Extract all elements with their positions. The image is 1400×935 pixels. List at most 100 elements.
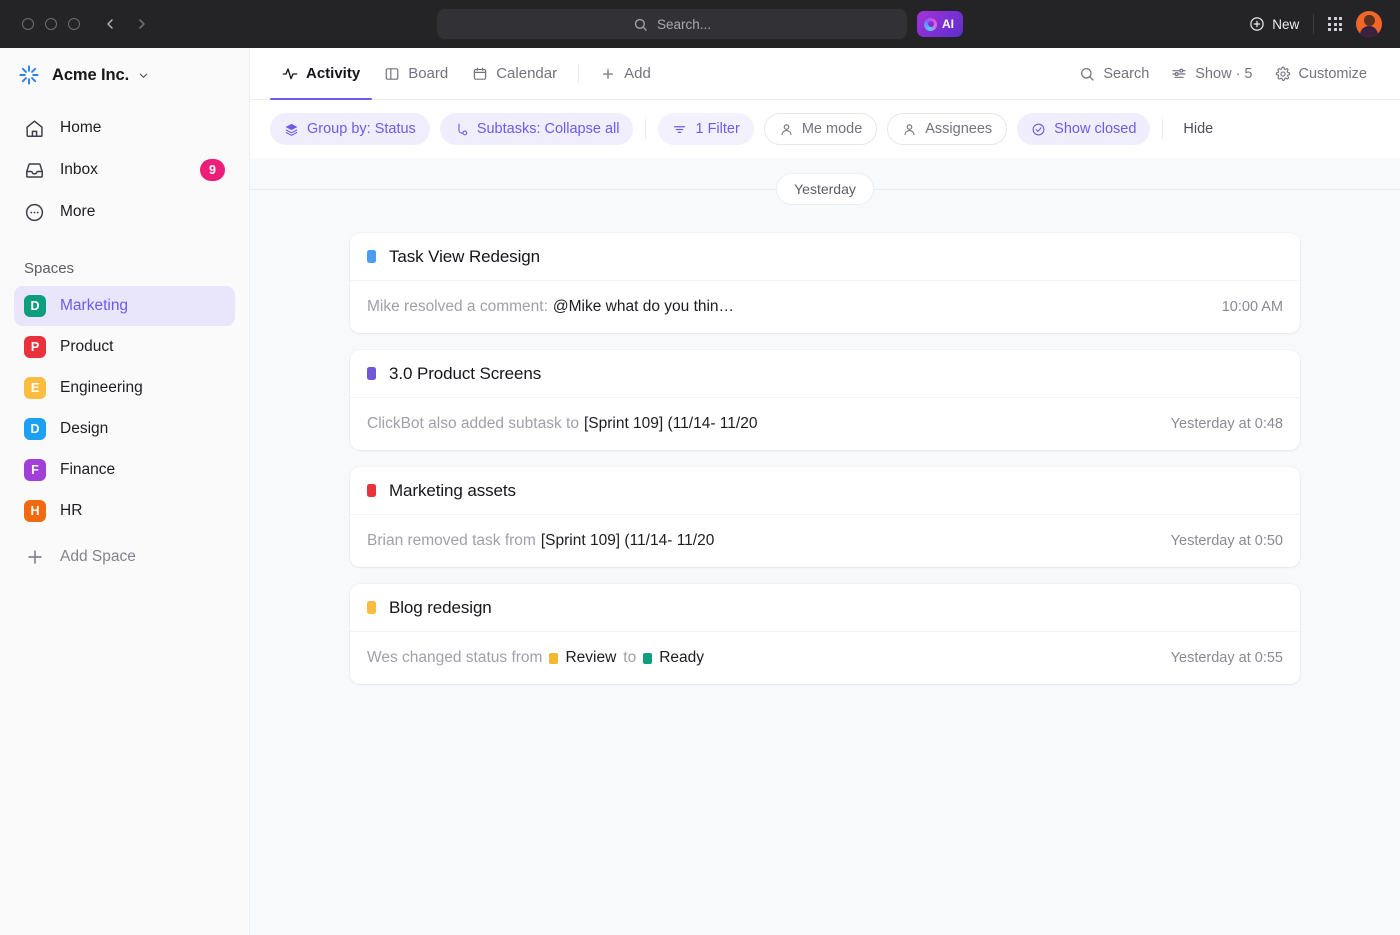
space-label: Finance bbox=[60, 461, 115, 479]
filter-label: Group by: Status bbox=[307, 121, 416, 137]
window-controls[interactable] bbox=[22, 18, 80, 30]
titlebar-actions: New bbox=[1249, 11, 1386, 37]
card-header[interactable]: Blog redesign bbox=[350, 584, 1300, 632]
activity-description: Mike resolved a comment: @Mike what do y… bbox=[367, 298, 734, 316]
activity-prefix: ClickBot also added subtask to bbox=[367, 415, 579, 433]
space-label: Product bbox=[60, 338, 113, 356]
day-divider: Yesterday bbox=[250, 158, 1400, 220]
day-divider-label: Yesterday bbox=[776, 173, 874, 205]
filter-label: Me mode bbox=[802, 121, 862, 137]
title-bar: Search... AI New bbox=[0, 0, 1400, 48]
spaces-heading: Spaces bbox=[0, 232, 249, 286]
minimize-window-dot[interactable] bbox=[45, 18, 57, 30]
close-window-dot[interactable] bbox=[22, 18, 34, 30]
chevron-right-icon[interactable] bbox=[134, 16, 150, 32]
customize-button[interactable]: Customize bbox=[1264, 66, 1379, 82]
tab-label: Calendar bbox=[496, 65, 557, 82]
board-icon bbox=[384, 66, 400, 82]
sidebar-item-finance[interactable]: F Finance bbox=[14, 450, 235, 490]
activity-detail: [Sprint 109] (11/14- 11/20 bbox=[541, 532, 714, 550]
space-label: Design bbox=[60, 420, 108, 438]
activity-description: Wes changed status from Review to bbox=[367, 649, 706, 667]
sidebar-item-more[interactable]: More bbox=[14, 192, 235, 232]
history-nav[interactable] bbox=[102, 16, 150, 32]
sidebar-item-product[interactable]: P Product bbox=[14, 327, 235, 367]
activity-card[interactable]: Task View Redesign Mike resolved a comme… bbox=[350, 233, 1300, 333]
subtasks-button[interactable]: Subtasks: Collapse all bbox=[440, 113, 634, 145]
sidebar-item-design[interactable]: D Design bbox=[14, 409, 235, 449]
sidebar-item-engineering[interactable]: E Engineering bbox=[14, 368, 235, 408]
view-tools: Search Show · 5 Customize bbox=[1068, 48, 1378, 99]
subtask-icon bbox=[454, 122, 469, 137]
tab-calendar[interactable]: Calendar bbox=[460, 48, 569, 99]
sidebar-item-hr[interactable]: H HR bbox=[14, 491, 235, 531]
activity-card[interactable]: Blog redesign Wes changed status from Re… bbox=[350, 584, 1300, 684]
activity-card[interactable]: 3.0 Product Screens ClickBot also added … bbox=[350, 350, 1300, 450]
sidebar-item-inbox[interactable]: Inbox 9 bbox=[14, 150, 235, 190]
workspace-switcher[interactable]: Acme Inc. bbox=[0, 48, 249, 102]
search-input[interactable]: Search... bbox=[437, 9, 907, 39]
view-tabbar: Activity Board Calendar Add bbox=[250, 48, 1400, 100]
maximize-window-dot[interactable] bbox=[68, 18, 80, 30]
me-mode-button[interactable]: Me mode bbox=[764, 113, 877, 145]
sidebar-nav: Home Inbox 9 More bbox=[0, 102, 249, 232]
show-closed-button[interactable]: Show closed bbox=[1017, 113, 1150, 145]
chevron-left-icon[interactable] bbox=[102, 16, 118, 32]
activity-pulse-icon bbox=[282, 66, 298, 82]
more-dots-icon bbox=[24, 202, 45, 223]
avatar[interactable] bbox=[1356, 11, 1382, 37]
status-from-dot bbox=[549, 653, 558, 664]
chevron-down-icon[interactable] bbox=[138, 70, 149, 81]
filter-label: 1 Filter bbox=[695, 121, 739, 137]
card-header[interactable]: Marketing assets bbox=[350, 467, 1300, 515]
home-icon bbox=[24, 118, 45, 139]
new-button[interactable]: New bbox=[1249, 16, 1299, 32]
space-avatar: F bbox=[24, 459, 46, 481]
activity-timestamp: Yesterday at 0:48 bbox=[1151, 416, 1283, 432]
filter-divider bbox=[1162, 119, 1163, 139]
sidebar-item-label: Inbox bbox=[60, 161, 98, 179]
card-header[interactable]: 3.0 Product Screens bbox=[350, 350, 1300, 398]
status-connector: to bbox=[623, 649, 636, 667]
activity-prefix: Brian removed task from bbox=[367, 532, 536, 550]
grid-apps-icon[interactable] bbox=[1328, 17, 1342, 31]
tab-activity[interactable]: Activity bbox=[270, 48, 372, 99]
activity-card[interactable]: Marketing assets Brian removed task from… bbox=[350, 467, 1300, 567]
filter-label: Subtasks: Collapse all bbox=[477, 121, 620, 137]
plus-icon bbox=[600, 66, 616, 82]
filter-count-button[interactable]: 1 Filter bbox=[658, 113, 753, 145]
tool-label: Search bbox=[1103, 66, 1149, 82]
add-space-label: Add Space bbox=[60, 548, 136, 566]
sliders-icon bbox=[1171, 66, 1187, 82]
filter-bar: Group by: Status Subtasks: Collapse all … bbox=[250, 100, 1400, 158]
filter-label: Hide bbox=[1183, 121, 1213, 137]
space-avatar: E bbox=[24, 377, 46, 399]
plus-circle-icon bbox=[1249, 16, 1265, 32]
tab-board[interactable]: Board bbox=[372, 48, 460, 99]
add-space-button[interactable]: Add Space bbox=[14, 537, 235, 577]
activity-detail: [Sprint 109] (11/14- 11/20 bbox=[584, 415, 757, 433]
ai-button[interactable]: AI bbox=[917, 11, 963, 37]
sidebar-item-marketing[interactable]: D Marketing bbox=[14, 286, 235, 326]
workspace-name: Acme Inc. bbox=[52, 66, 129, 85]
task-color-marker bbox=[367, 601, 376, 614]
card-body: Mike resolved a comment: @Mike what do y… bbox=[350, 281, 1300, 333]
group-by-button[interactable]: Group by: Status bbox=[270, 113, 430, 145]
hide-button[interactable]: Hide bbox=[1175, 113, 1221, 145]
space-label: Engineering bbox=[60, 379, 143, 397]
app-window: Search... AI New bbox=[0, 0, 1400, 935]
card-body: ClickBot also added subtask to [Sprint 1… bbox=[350, 398, 1300, 450]
activity-timestamp: 10:00 AM bbox=[1202, 299, 1283, 315]
status-from-label: Review bbox=[565, 649, 616, 667]
gear-icon bbox=[1275, 66, 1291, 82]
sidebar-item-home[interactable]: Home bbox=[14, 108, 235, 148]
view-search-button[interactable]: Search bbox=[1068, 66, 1160, 82]
assignees-button[interactable]: Assignees bbox=[887, 113, 1007, 145]
workspace-logo-icon bbox=[18, 64, 40, 86]
card-title: Marketing assets bbox=[389, 481, 516, 501]
filter-icon bbox=[672, 122, 687, 137]
card-header[interactable]: Task View Redesign bbox=[350, 233, 1300, 281]
add-view-button[interactable]: Add bbox=[588, 48, 663, 99]
show-button[interactable]: Show · 5 bbox=[1160, 66, 1263, 82]
filter-label: Assignees bbox=[925, 121, 992, 137]
